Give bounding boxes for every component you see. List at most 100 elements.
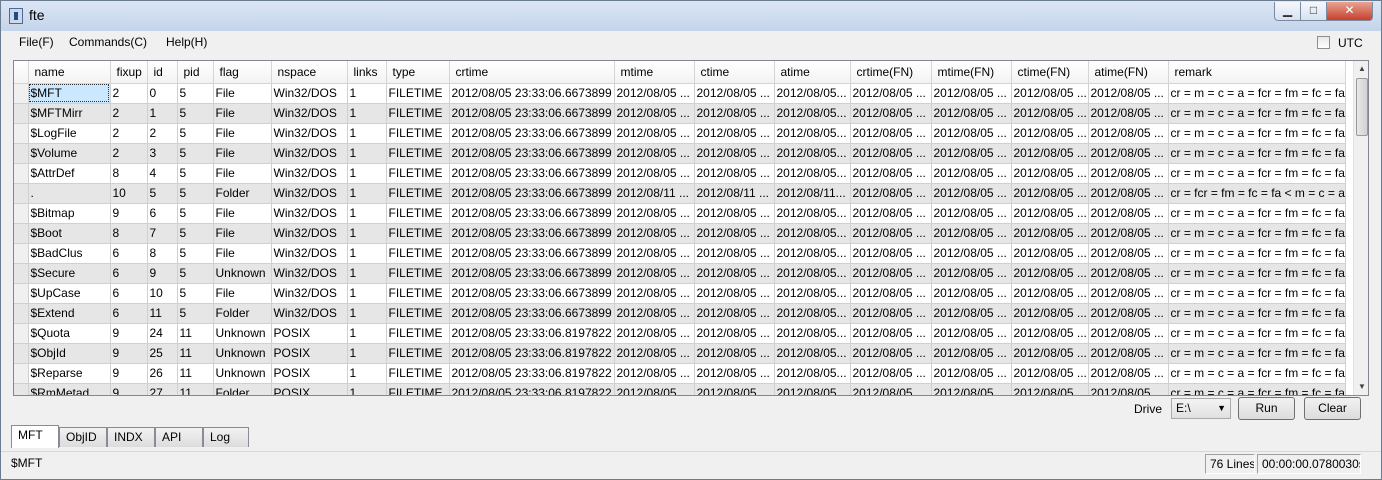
table-cell[interactable]: 2012/08/05 ... (1088, 203, 1169, 224)
table-cell[interactable]: 2012/08/05 ... (614, 223, 695, 244)
table-cell[interactable]: 2012/08/05 ... (1011, 283, 1089, 304)
table-cell[interactable]: Win32/DOS (271, 183, 348, 204)
table-cell[interactable]: 2012/08/05 ... (1011, 83, 1089, 104)
table-cell[interactable]: 2012/08/05 ... (931, 343, 1012, 364)
table-cell[interactable]: 2012/08/05 ... (931, 183, 1012, 204)
table-cell[interactable]: 2012/08/05 ... (1088, 303, 1169, 324)
table-cell[interactable]: 2012/08/05 ... (931, 103, 1012, 124)
table-cell[interactable]: 2012/08/05 ... (614, 83, 695, 104)
table-cell[interactable]: Win32/DOS (271, 243, 348, 264)
table-cell[interactable]: cr = m = c = a = fcr = fm = fc = fa (1168, 203, 1346, 224)
table-cell[interactable]: 1 (347, 183, 387, 204)
table-cell[interactable]: 2012/08/05 ... (1011, 263, 1089, 284)
table-cell[interactable]: 0 (147, 83, 178, 104)
table-cell[interactable]: 1 (347, 203, 387, 224)
table-cell[interactable]: FILETIME (386, 303, 450, 324)
table-cell[interactable]: 2012/08/05 23:33:06.6673899 (449, 83, 615, 104)
table-cell[interactable]: 2 (147, 123, 178, 144)
table-cell[interactable]: Folder (213, 183, 272, 204)
table-cell[interactable]: 2012/08/05... (774, 203, 851, 224)
utc-checkbox[interactable] (1317, 36, 1330, 49)
table-cell[interactable]: 6 (110, 243, 148, 264)
table-cell[interactable]: Unknown (213, 363, 272, 384)
table-cell[interactable]: 2012/08/05 ... (1088, 123, 1169, 144)
table-cell[interactable]: 1 (347, 103, 387, 124)
table-cell[interactable]: FILETIME (386, 283, 450, 304)
table-cell[interactable]: 2012/08/05 ... (1088, 143, 1169, 164)
table-cell[interactable]: Win32/DOS (271, 283, 348, 304)
scroll-down-icon[interactable]: ▼ (1354, 379, 1368, 395)
menu-help[interactable]: Help(H) (164, 35, 209, 49)
table-cell[interactable]: 8 (110, 163, 148, 184)
column-header-nspace[interactable]: nspace (271, 61, 348, 84)
table-cell[interactable]: $RmMetad (28, 383, 111, 395)
table-cell[interactable]: 1 (347, 343, 387, 364)
table-cell[interactable]: 2012/08/05 ... (694, 283, 775, 304)
table-cell[interactable]: 1 (347, 83, 387, 104)
table-cell[interactable]: POSIX (271, 343, 348, 364)
table-cell[interactable]: 2012/08/05... (774, 83, 851, 104)
table-cell[interactable]: File (213, 143, 272, 164)
table-cell[interactable]: 2012/08/05... (774, 223, 851, 244)
menu-file[interactable]: File(F) (17, 35, 56, 49)
table-cell[interactable]: 1 (347, 363, 387, 384)
table-cell[interactable]: 1 (347, 163, 387, 184)
table-cell[interactable]: 2012/08/05 23:33:06.6673899 (449, 303, 615, 324)
table-row[interactable]: $LogFile 2 2 5 File Win32/DOS 1 FILETIME 2012/08… (14, 123, 1346, 144)
table-cell[interactable]: 2012/08/05 ... (1088, 283, 1169, 304)
table-cell[interactable]: 2012/08/05... (774, 303, 851, 324)
column-header-mtime-fn[interactable]: mtime(FN) (931, 61, 1012, 84)
table-cell[interactable]: File (213, 223, 272, 244)
run-button[interactable]: Run (1238, 397, 1295, 420)
table-cell[interactable]: 2012/08/05 ... (694, 103, 775, 124)
column-header-ctime-fn[interactable]: ctime(FN) (1011, 61, 1089, 84)
row-header[interactable] (14, 383, 29, 395)
table-cell[interactable]: 5 (177, 263, 214, 284)
table-cell[interactable]: 2012/08/05 ... (694, 83, 775, 104)
table-cell[interactable]: FILETIME (386, 243, 450, 264)
table-cell[interactable]: Win32/DOS (271, 263, 348, 284)
column-header-flag[interactable]: flag (213, 61, 272, 84)
table-cell[interactable]: 2012/08/05 ... (614, 263, 695, 284)
table-cell[interactable]: 2012/08/05 ... (614, 103, 695, 124)
table-cell[interactable]: 4 (147, 163, 178, 184)
table-cell[interactable]: 5 (177, 83, 214, 104)
table-cell[interactable]: 2012/08/05 ... (614, 123, 695, 144)
table-cell[interactable]: 5 (177, 123, 214, 144)
table-cell[interactable]: cr = m = c = a = fcr = fm = fc = fa (1168, 103, 1346, 124)
table-cell[interactable]: cr = m = c = a = fcr = fm = fc = fa (1168, 283, 1346, 304)
table-cell[interactable]: 2012/08/05 ... (1088, 363, 1169, 384)
table-cell[interactable]: Win32/DOS (271, 83, 348, 104)
table-cell[interactable]: Win32/DOS (271, 223, 348, 244)
table-cell[interactable]: 1 (347, 283, 387, 304)
table-cell[interactable]: 2012/08/05 ... (1011, 243, 1089, 264)
table-cell[interactable]: FILETIME (386, 83, 450, 104)
table-cell[interactable]: 2012/08/05... (774, 343, 851, 364)
table-cell[interactable]: 2012/08/05 ... (850, 203, 932, 224)
table-cell[interactable]: 11 (177, 343, 214, 364)
table-cell[interactable]: 1 (347, 223, 387, 244)
table-cell[interactable]: $ObjId (28, 343, 111, 364)
table-cell[interactable]: 5 (177, 103, 214, 124)
table-cell[interactable]: cr = m = c = a = fcr = fm = fc = fa (1168, 263, 1346, 284)
table-cell[interactable]: 2012/08/05... (774, 143, 851, 164)
table-cell[interactable]: 2012/08/05 ... (614, 203, 695, 224)
table-cell[interactable]: $Bitmap (28, 203, 111, 224)
table-cell[interactable]: 9 (147, 263, 178, 284)
table-cell[interactable]: $LogFile (28, 123, 111, 144)
table-cell[interactable]: 2012/08/05 23:33:06.6673899 (449, 243, 615, 264)
table-cell[interactable]: 2012/08/05 ... (694, 303, 775, 324)
table-cell[interactable]: 2012/08/05 ... (850, 123, 932, 144)
menu-commands[interactable]: Commands(C) (67, 35, 149, 49)
table-cell[interactable]: 10 (110, 183, 148, 204)
table-row[interactable]: $Reparse 9 26 11 Unknown POSIX 1 FILETIME 2012/0… (14, 363, 1346, 384)
table-cell[interactable]: cr = m = c = a = fcr = fm = fc = fa (1168, 303, 1346, 324)
tab-log[interactable]: Log (203, 427, 249, 447)
table-cell[interactable]: 2012/08/05 ... (1011, 123, 1089, 144)
table-cell[interactable]: FILETIME (386, 103, 450, 124)
table-cell[interactable]: 2012/08/05... (774, 243, 851, 264)
table-cell[interactable]: 1 (347, 143, 387, 164)
table-cell[interactable]: 2012/08/05 ... (1088, 163, 1169, 184)
row-header[interactable] (14, 83, 29, 104)
table-cell[interactable]: 8 (147, 243, 178, 264)
